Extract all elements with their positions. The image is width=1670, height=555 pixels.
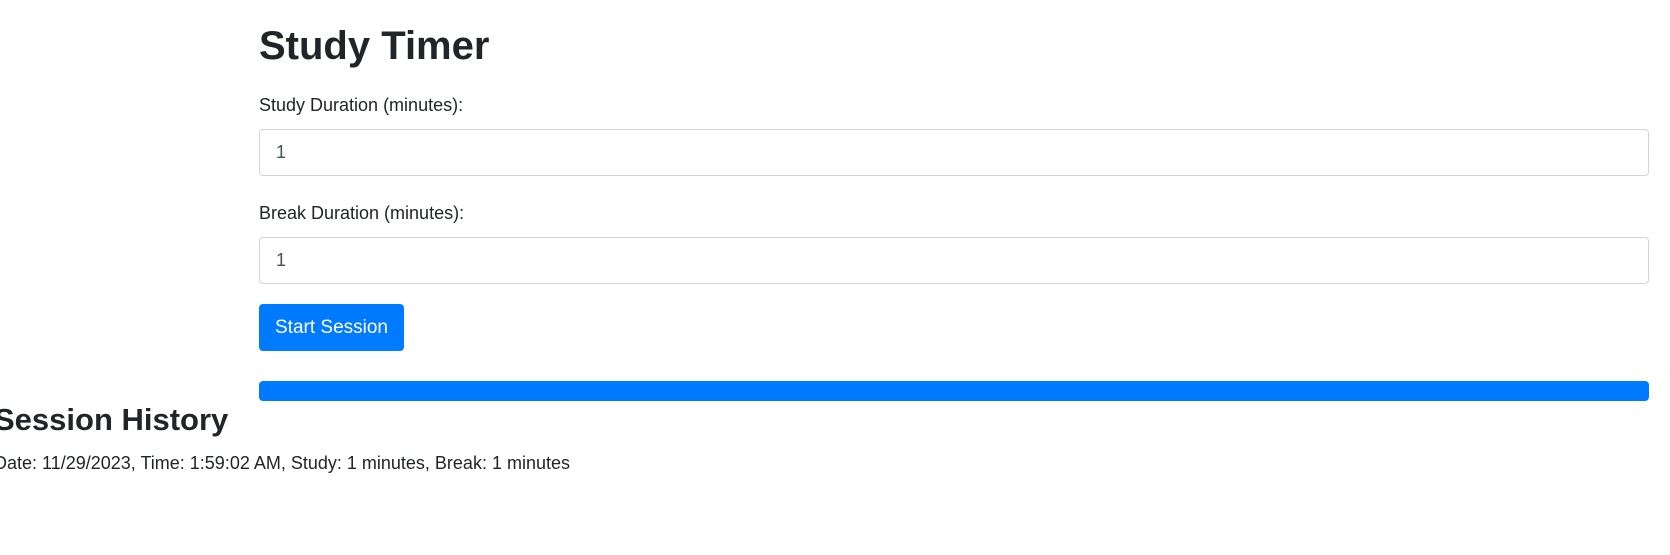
study-duration-input[interactable] (259, 129, 1649, 176)
session-history-list: Date: 11/29/2023, Time: 1:59:02 AM, Stud… (0, 450, 570, 477)
break-duration-input[interactable] (259, 237, 1649, 284)
break-duration-label: Break Duration (minutes): (259, 203, 465, 223)
session-history-entry: Date: 11/29/2023, Time: 1:59:02 AM, Stud… (0, 453, 570, 473)
progress-bar-fill (259, 381, 1649, 401)
study-duration-label: Study Duration (minutes): (259, 95, 464, 115)
start-session-button[interactable]: Start Session (259, 304, 404, 351)
progress-bar (259, 381, 1649, 401)
page: Study Timer Study Duration (minutes): Br… (0, 0, 1670, 555)
session-history-title: Session History (0, 402, 229, 437)
page-title: Study Timer (259, 24, 490, 68)
